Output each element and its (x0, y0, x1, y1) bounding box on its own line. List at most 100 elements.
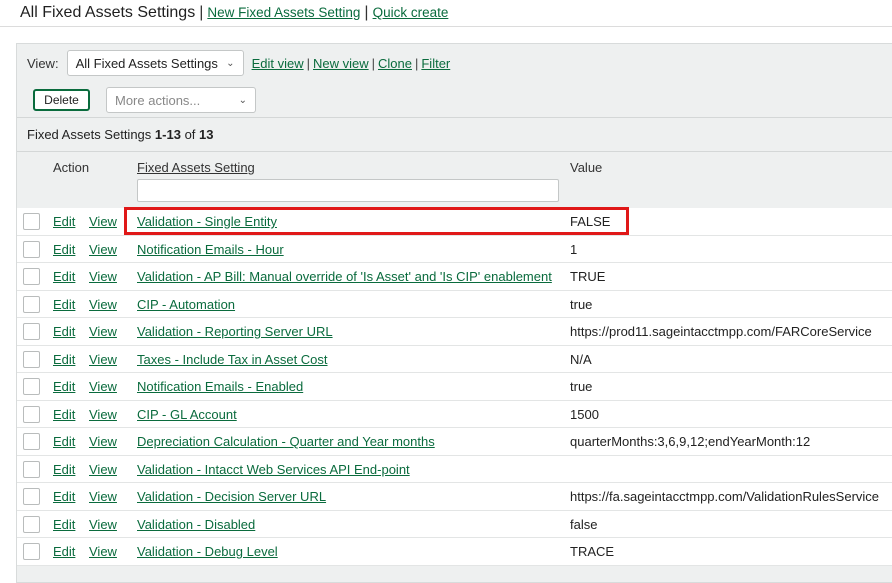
more-actions-select[interactable]: More actions... ⌄ (106, 87, 256, 113)
table-row: Edit View Validation - Decision Server URL… (17, 483, 892, 511)
edit-link[interactable]: Edit (53, 379, 75, 394)
edit-link[interactable]: Edit (53, 517, 75, 532)
setting-name-link[interactable]: Validation - AP Bill: Manual override of… (137, 269, 552, 284)
record-total: 13 (199, 127, 214, 142)
setting-name-link[interactable]: CIP - Automation (137, 297, 235, 312)
view-link[interactable]: View (89, 462, 117, 477)
setting-name-link[interactable]: Validation - Reporting Server URL (137, 324, 333, 339)
setting-name-link[interactable]: Notification Emails - Hour (137, 242, 284, 257)
row-checkbox[interactable] (23, 213, 40, 230)
edit-link[interactable]: Edit (53, 214, 75, 229)
table-row: Edit View Validation - AP Bill: Manual ove… (17, 263, 892, 291)
row-checkbox[interactable] (23, 515, 40, 533)
edit-link[interactable]: Edit (53, 544, 75, 559)
action-toolbar: Delete More actions... ⌄ (33, 87, 256, 113)
column-header-setting[interactable]: Fixed Assets Setting (137, 160, 255, 175)
view-link[interactable]: View (89, 379, 117, 394)
view-link[interactable]: View (89, 544, 117, 559)
row-checkbox[interactable] (23, 295, 40, 313)
edit-link[interactable]: Edit (53, 242, 75, 257)
view-link[interactable]: View (89, 517, 117, 532)
row-checkbox[interactable] (23, 543, 40, 560)
row-checkbox[interactable] (23, 268, 40, 285)
record-range: 1-13 (154, 127, 181, 142)
setting-value: true (570, 296, 593, 312)
row-checkbox[interactable] (23, 433, 40, 450)
row-checkbox[interactable] (23, 350, 40, 368)
header-separator: | (364, 4, 369, 21)
column-header-action: Action (53, 160, 90, 175)
filter-link[interactable]: Filter (421, 56, 450, 71)
header-divider (0, 26, 892, 27)
row-checkbox[interactable] (23, 405, 40, 423)
list-panel: View: All Fixed Assets Settings ⌄ Edit v… (16, 43, 892, 583)
view-link[interactable]: View (89, 297, 117, 312)
table-row: Edit View Validation - Reporting Server UR… (17, 318, 892, 346)
setting-name-link[interactable]: Depreciation Calculation - Quarter and Y… (137, 434, 435, 449)
delete-button[interactable]: Delete (33, 89, 90, 111)
setting-name-link[interactable]: Validation - Decision Server URL (137, 489, 326, 504)
edit-link[interactable]: Edit (53, 269, 75, 284)
view-link[interactable]: View (89, 269, 117, 284)
setting-name-link[interactable]: Taxes - Include Tax in Asset Cost (137, 352, 328, 367)
view-select[interactable]: All Fixed Assets Settings ⌄ (66, 50, 244, 76)
view-link[interactable]: View (89, 407, 117, 422)
view-link[interactable]: View (89, 352, 117, 367)
setting-value: quarterMonths:3,6,9,12;endYearMonth:12 (570, 434, 811, 449)
setting-value: N/A (570, 351, 592, 367)
more-actions-placeholder: More actions... (115, 92, 201, 108)
table-row: Edit View Validation - Disabled false (17, 510, 892, 538)
row-checkbox[interactable] (23, 378, 40, 395)
setting-name-link[interactable]: Validation - Intacct Web Services API En… (137, 462, 410, 477)
edit-link[interactable]: Edit (53, 324, 75, 339)
column-header-value: Value (570, 160, 603, 175)
setting-value: FALSE (570, 214, 611, 229)
row-checkbox[interactable] (23, 240, 40, 258)
setting-filter-input[interactable] (137, 179, 559, 202)
setting-value: TRUE (570, 269, 606, 284)
edit-link[interactable]: Edit (53, 462, 75, 477)
setting-name-link[interactable]: Validation - Debug Level (137, 544, 278, 559)
edit-view-link[interactable]: Edit view (252, 56, 304, 71)
edit-link[interactable]: Edit (53, 352, 75, 367)
new-fixed-assets-setting-link[interactable]: New Fixed Assets Setting (207, 5, 360, 20)
view-link[interactable]: View (89, 324, 117, 339)
setting-value: 1500 (570, 406, 599, 422)
table-header: Action Fixed Assets Setting Value (17, 151, 892, 208)
row-checkbox[interactable] (23, 488, 40, 505)
view-link-separator: | (306, 55, 310, 71)
view-link-separator: | (414, 55, 419, 71)
table-row: Edit View CIP - Automation true (17, 290, 892, 318)
chevron-down-icon: ⌄ (226, 57, 235, 69)
edit-link[interactable]: Edit (53, 434, 75, 449)
new-view-link[interactable]: New view (313, 56, 369, 71)
edit-link[interactable]: Edit (53, 489, 75, 504)
row-checkbox[interactable] (23, 323, 40, 340)
setting-value: false (570, 516, 598, 532)
view-link[interactable]: View (89, 489, 117, 504)
toolbar-divider (17, 117, 892, 118)
setting-name-link[interactable]: CIP - GL Account (137, 407, 237, 422)
list-title: Fixed Assets Settings (27, 127, 152, 142)
quick-create-link[interactable]: Quick create (373, 5, 449, 20)
row-checkbox[interactable] (23, 460, 40, 478)
setting-name-link[interactable]: Validation - Single Entity (137, 214, 277, 229)
edit-link[interactable]: Edit (53, 297, 75, 312)
setting-value: https://fa.sageintacctmpp.com/Validation… (570, 489, 880, 504)
setting-name-link[interactable]: Notification Emails - Enabled (137, 379, 303, 394)
view-link[interactable]: View (89, 434, 117, 449)
view-link[interactable]: View (89, 242, 117, 257)
table-row: Edit View Notification Emails - Hour 1 (17, 235, 892, 263)
edit-link[interactable]: Edit (53, 407, 75, 422)
table-row: Edit View Validation - Debug Level TRACE (17, 538, 892, 566)
table-row: Edit View Taxes - Include Tax in Asset Cos… (17, 345, 892, 373)
table-body: Edit View Validation - Single Entity FALSE E… (17, 208, 892, 566)
view-select-value: All Fixed Assets Settings (75, 55, 218, 71)
setting-name-link[interactable]: Validation - Disabled (137, 517, 255, 532)
clone-link[interactable]: Clone (378, 56, 412, 71)
table-row: Edit View Validation - Single Entity FALSE (17, 208, 892, 236)
view-link[interactable]: View (89, 214, 117, 229)
setting-value: 1 (570, 241, 578, 257)
header-separator: | (199, 4, 204, 21)
page-header: All Fixed Assets Settings | New Fixed As… (20, 4, 448, 24)
